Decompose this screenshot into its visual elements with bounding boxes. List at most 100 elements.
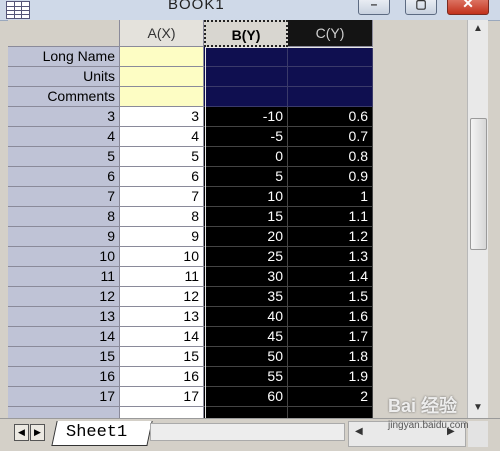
row-label-units[interactable]: Units bbox=[8, 67, 120, 87]
cell-c[interactable]: 1 bbox=[288, 187, 373, 207]
cell-a[interactable]: 10 bbox=[120, 247, 204, 267]
next-sheet-button[interactable]: ▶ bbox=[30, 424, 45, 441]
cell-c[interactable]: 1.2 bbox=[288, 227, 373, 247]
cell-comments-c[interactable] bbox=[288, 87, 373, 107]
scroll-down-icon[interactable]: ▼ bbox=[471, 401, 485, 415]
cell-comments-b[interactable] bbox=[204, 87, 288, 107]
cell-b[interactable]: -5 bbox=[204, 127, 288, 147]
cell-b[interactable]: 20 bbox=[204, 227, 288, 247]
row-header[interactable]: 4 bbox=[8, 127, 120, 147]
cell-a[interactable]: 9 bbox=[120, 227, 204, 247]
horizontal-scrollbar[interactable]: ◀ ▶ bbox=[348, 421, 466, 447]
corner-cell[interactable] bbox=[8, 20, 120, 47]
table-row: 14 14 45 1.7 bbox=[8, 327, 373, 347]
prev-sheet-button[interactable]: ◀ bbox=[14, 424, 29, 441]
cell-c[interactable]: 1.8 bbox=[288, 347, 373, 367]
column-header-a[interactable]: A(X) bbox=[120, 20, 204, 47]
row-header[interactable]: 8 bbox=[8, 207, 120, 227]
cell-c[interactable]: 2 bbox=[288, 387, 373, 407]
label-row-comments: Comments bbox=[8, 87, 373, 107]
cell-c[interactable]: 1.6 bbox=[288, 307, 373, 327]
row-header[interactable]: 17 bbox=[8, 387, 120, 407]
cell-a[interactable]: 11 bbox=[120, 267, 204, 287]
table-row: 11 11 30 1.4 bbox=[8, 267, 373, 287]
vertical-scrollbar[interactable]: ▲ ▼ bbox=[467, 20, 488, 418]
row-header[interactable]: 14 bbox=[8, 327, 120, 347]
cell-c[interactable]: 1.3 bbox=[288, 247, 373, 267]
row-header[interactable]: 10 bbox=[8, 247, 120, 267]
cell-b[interactable]: 35 bbox=[204, 287, 288, 307]
cell-b[interactable]: 55 bbox=[204, 367, 288, 387]
cell-b[interactable]: 50 bbox=[204, 347, 288, 367]
row-header[interactable] bbox=[8, 407, 120, 418]
cell-units-a[interactable] bbox=[120, 67, 204, 87]
sheet-tab-bar: ◀ ▶ Sheet1 ◀ ▶ bbox=[0, 418, 500, 451]
cell-b[interactable]: 10 bbox=[204, 187, 288, 207]
cell-b[interactable]: 0 bbox=[204, 147, 288, 167]
row-label-comments[interactable]: Comments bbox=[8, 87, 120, 107]
cell-a[interactable]: 16 bbox=[120, 367, 204, 387]
cell-c[interactable] bbox=[288, 407, 373, 418]
cell-a[interactable]: 15 bbox=[120, 347, 204, 367]
cell-b[interactable]: 5 bbox=[204, 167, 288, 187]
cell-a[interactable]: 17 bbox=[120, 387, 204, 407]
tab-area bbox=[150, 423, 345, 441]
cell-c[interactable]: 1.9 bbox=[288, 367, 373, 387]
row-header[interactable]: 9 bbox=[8, 227, 120, 247]
row-header[interactable]: 13 bbox=[8, 307, 120, 327]
vertical-scroll-thumb[interactable] bbox=[470, 118, 487, 250]
cell-long-name-b[interactable] bbox=[204, 47, 288, 67]
scroll-left-icon[interactable]: ◀ bbox=[355, 426, 363, 437]
cell-long-name-a[interactable] bbox=[120, 47, 204, 67]
row-header[interactable]: 15 bbox=[8, 347, 120, 367]
title-bar: BOOK1 – ▢ ✕ bbox=[0, 0, 500, 21]
row-header[interactable]: 6 bbox=[8, 167, 120, 187]
cell-a[interactable]: 6 bbox=[120, 167, 204, 187]
cell-c[interactable]: 1.4 bbox=[288, 267, 373, 287]
row-label-long-name[interactable]: Long Name bbox=[8, 47, 120, 67]
cell-b[interactable]: 15 bbox=[204, 207, 288, 227]
row-header[interactable]: 12 bbox=[8, 287, 120, 307]
cell-c[interactable]: 0.8 bbox=[288, 147, 373, 167]
row-header[interactable]: 7 bbox=[8, 187, 120, 207]
minimize-button[interactable]: – bbox=[358, 0, 390, 15]
cell-b[interactable]: -10 bbox=[204, 107, 288, 127]
cell-c[interactable]: 0.7 bbox=[288, 127, 373, 147]
cell-b[interactable] bbox=[204, 407, 288, 418]
cell-c[interactable]: 0.6 bbox=[288, 107, 373, 127]
sheet-tab-sheet1[interactable]: Sheet1 bbox=[66, 423, 127, 442]
cell-a[interactable]: 4 bbox=[120, 127, 204, 147]
cell-b[interactable]: 45 bbox=[204, 327, 288, 347]
cell-c[interactable]: 1.1 bbox=[288, 207, 373, 227]
cell-a[interactable]: 3 bbox=[120, 107, 204, 127]
cell-a[interactable]: 7 bbox=[120, 187, 204, 207]
cell-b[interactable]: 40 bbox=[204, 307, 288, 327]
row-header[interactable]: 16 bbox=[8, 367, 120, 387]
cell-a[interactable]: 12 bbox=[120, 287, 204, 307]
cell-c[interactable]: 0.9 bbox=[288, 167, 373, 187]
cell-a[interactable]: 13 bbox=[120, 307, 204, 327]
resize-grip[interactable] bbox=[468, 421, 488, 447]
cell-units-c[interactable] bbox=[288, 67, 373, 87]
row-header[interactable]: 11 bbox=[8, 267, 120, 287]
close-button[interactable]: ✕ bbox=[447, 0, 489, 15]
cell-a[interactable]: 14 bbox=[120, 327, 204, 347]
cell-b[interactable]: 60 bbox=[204, 387, 288, 407]
cell-long-name-c[interactable] bbox=[288, 47, 373, 67]
cell-a[interactable] bbox=[120, 407, 204, 418]
column-header-c[interactable]: C(Y) bbox=[288, 20, 373, 47]
cell-units-b[interactable] bbox=[204, 67, 288, 87]
cell-b[interactable]: 25 bbox=[204, 247, 288, 267]
scroll-up-icon[interactable]: ▲ bbox=[471, 22, 485, 36]
cell-a[interactable]: 5 bbox=[120, 147, 204, 167]
cell-comments-a[interactable] bbox=[120, 87, 204, 107]
cell-c[interactable]: 1.7 bbox=[288, 327, 373, 347]
maximize-button[interactable]: ▢ bbox=[405, 0, 437, 15]
cell-a[interactable]: 8 bbox=[120, 207, 204, 227]
cell-c[interactable]: 1.5 bbox=[288, 287, 373, 307]
column-header-b[interactable]: B(Y) bbox=[204, 20, 288, 47]
cell-b[interactable]: 30 bbox=[204, 267, 288, 287]
row-header[interactable]: 5 bbox=[8, 147, 120, 167]
scroll-right-icon[interactable]: ▶ bbox=[447, 426, 455, 437]
row-header[interactable]: 3 bbox=[8, 107, 120, 127]
